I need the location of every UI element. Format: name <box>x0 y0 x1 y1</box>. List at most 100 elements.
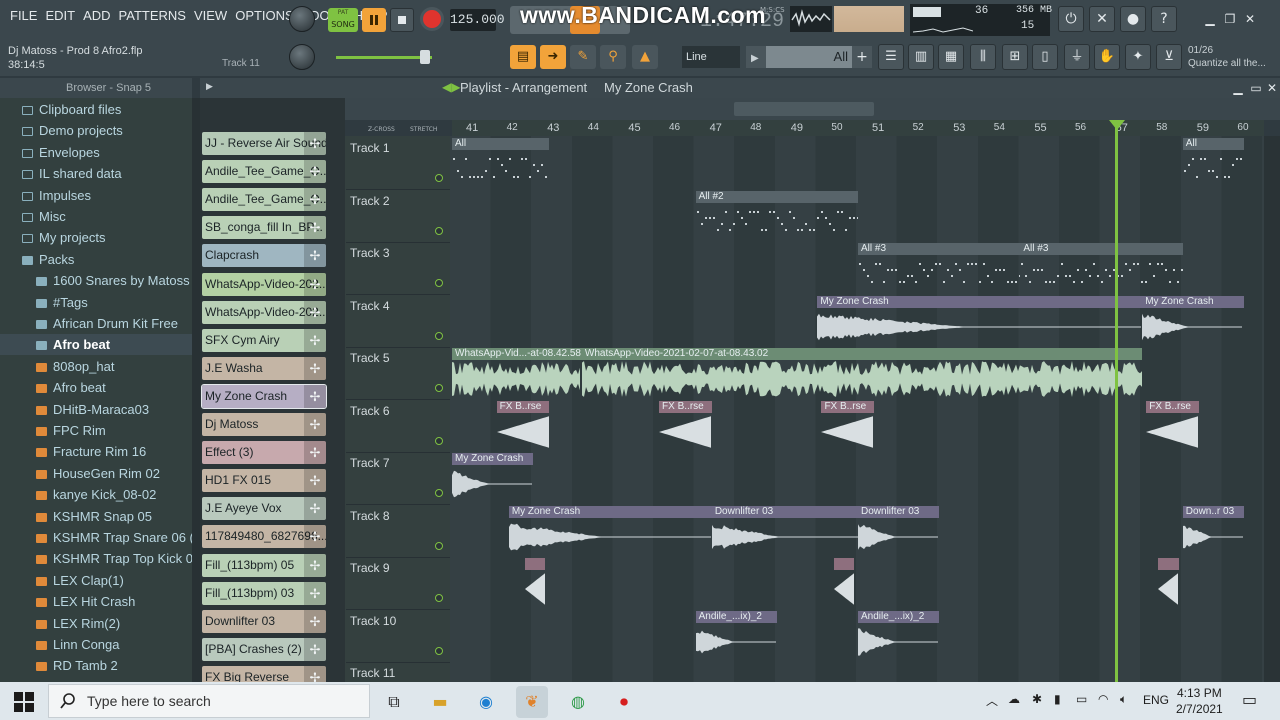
channel-button[interactable]: HD1 FX 015 ✢ <box>202 469 326 493</box>
track-mute-icon[interactable] <box>435 226 443 235</box>
playlist-clip[interactable]: FX B..rse <box>821 400 875 451</box>
playlist-clip[interactable]: FX B..rse <box>496 400 550 451</box>
tools-button[interactable]: ✕ <box>1089 6 1115 32</box>
browser-item[interactable]: Demo projects <box>0 120 192 141</box>
browser-item[interactable]: Packs <box>0 249 192 270</box>
master-volume-slider[interactable] <box>336 56 432 59</box>
playlist-clip[interactable]: My Zone Crash <box>452 453 534 503</box>
menu-view[interactable]: VIEW <box>190 8 231 23</box>
playlist-clip[interactable]: FX B..rse <box>659 400 712 451</box>
link-button[interactable]: ⚲ <box>600 45 626 69</box>
channel-button[interactable]: WhatsApp-Video-202... ✢ <box>202 300 326 324</box>
chrome-browser-icon[interactable]: ◍ <box>562 686 594 718</box>
playlist-clip[interactable]: My Zone Crash <box>817 295 1143 346</box>
browser-item[interactable]: kanye Kick_08-02 <box>0 484 192 505</box>
step-sequencer-button[interactable]: ➜ <box>540 45 566 69</box>
mic-tray-icon[interactable]: ▮ <box>1054 692 1061 706</box>
wifi-icon[interactable]: ◠ <box>1098 692 1108 706</box>
slider-handle[interactable] <box>420 50 430 64</box>
online-news-button[interactable]: ⏻ <box>1058 6 1084 32</box>
channel-button[interactable]: My Zone Crash ✢ <box>201 383 327 409</box>
song-mode-button[interactable]: PAT SONG <box>328 8 358 32</box>
channel-route-icon[interactable]: ✢ <box>304 637 326 661</box>
playlist-close-button[interactable]: ✕ <box>1262 79 1280 97</box>
channel-route-icon[interactable]: ✢ <box>304 553 326 577</box>
plugin-button[interactable]: ⏚ <box>1064 44 1090 70</box>
channel-route-icon[interactable]: ✢ <box>304 609 326 633</box>
browser-item[interactable]: African Drum Kit Free <box>0 313 192 334</box>
menu-add[interactable]: ADD <box>79 8 114 23</box>
browser-item[interactable]: My projects <box>0 227 192 248</box>
browser-item[interactable]: FPC Rim <box>0 420 192 441</box>
playlist-clip[interactable]: Downlifter 03 <box>711 505 858 556</box>
playlist-clip[interactable]: All #3 <box>858 243 1021 293</box>
track-mute-icon[interactable] <box>435 541 443 550</box>
channel-route-icon[interactable]: ✢ <box>304 132 326 155</box>
browser-item[interactable]: KSHMR Trap Snare 06 (C#) <box>0 527 192 548</box>
track-header[interactable]: Track 9 <box>346 558 450 610</box>
browser-item[interactable]: 808op_hat <box>0 356 192 377</box>
help-button[interactable]: ? <box>1151 6 1177 32</box>
playlist-clip[interactable] <box>833 558 854 608</box>
file-explorer-icon[interactable]: ▬ <box>424 686 456 718</box>
playlist-clip[interactable]: Down..r 03 <box>1182 505 1244 556</box>
channel-route-icon[interactable]: ✢ <box>304 160 326 184</box>
draw-tool-button[interactable]: ✎ <box>570 45 596 69</box>
browser-item[interactable]: KSHMR Trap Top Kick 03 <box>0 548 192 569</box>
browser-item[interactable]: Envelopes <box>0 142 192 163</box>
playlist-clip[interactable]: All #2 <box>695 190 858 241</box>
track-header[interactable]: Track 10 <box>346 611 450 663</box>
track-header[interactable]: Track 1 <box>346 138 450 190</box>
battery-icon[interactable]: ▭ <box>1076 692 1087 706</box>
browser-item[interactable]: LEX Clap(1) <box>0 570 192 591</box>
playlist-clip[interactable]: All #3 <box>1020 243 1183 293</box>
notifications-icon[interactable]: ▭ <box>1242 690 1257 709</box>
playlist-clip[interactable]: All <box>1182 138 1244 188</box>
track-header[interactable]: Track 2 <box>346 191 450 243</box>
playlist-clip[interactable]: WhatsApp-Video-2021-02-07-at-08.43.02 <box>581 348 1143 398</box>
wizard-button[interactable]: ✦ <box>1125 44 1151 70</box>
track-mute-icon[interactable] <box>435 174 443 182</box>
track-mute-icon[interactable] <box>435 646 443 655</box>
browser-item[interactable]: Misc <box>0 206 192 227</box>
playlist-button[interactable]: ▤ <box>510 45 536 69</box>
channel-button[interactable]: Andile_Tee_Game_O... ✢ <box>202 160 326 184</box>
browser-item[interactable]: IL shared data <box>0 163 192 184</box>
restore-button[interactable]: ❐ <box>1220 10 1240 28</box>
track-header[interactable]: Track 7 <box>346 453 450 505</box>
channel-button[interactable]: Effect (3) ✢ <box>202 441 326 465</box>
pattern-prev-button[interactable]: ▶ <box>746 46 766 68</box>
playlist-clip[interactable]: My Zone Crash <box>1142 295 1244 346</box>
playlist-clip[interactable]: Downlifter 03 <box>858 505 940 556</box>
playlist-menu-arrow-icon[interactable]: ▶ <box>206 82 216 94</box>
channel-route-icon[interactable]: ✢ <box>304 272 326 296</box>
channel-route-icon[interactable]: ✢ <box>304 497 326 521</box>
stop-button[interactable] <box>390 8 414 32</box>
windows-start-icon[interactable] <box>14 692 34 712</box>
snap-select[interactable]: Line <box>682 46 740 68</box>
track-mute-icon[interactable] <box>435 436 443 445</box>
track-header[interactable]: Track 4 <box>346 296 450 348</box>
track-mute-icon[interactable] <box>435 279 443 287</box>
playlist-clip[interactable]: Andile_...ix)_2 <box>858 610 940 661</box>
channel-button[interactable]: Fill_(113bpm) 05 ✢ <box>202 553 326 577</box>
channel-button[interactable]: Downlifter 03 ✢ <box>202 609 326 633</box>
playhead-marker-icon[interactable] <box>1109 120 1125 130</box>
playlist-clip[interactable]: All <box>452 138 550 188</box>
playlist-horizontal-scroll[interactable] <box>734 102 874 116</box>
playlist-clip[interactable]: Andile_...ix)_2 <box>695 610 777 661</box>
browser-item[interactable]: Linn Conga <box>0 634 192 655</box>
channel-route-icon[interactable]: ✢ <box>304 356 326 380</box>
track-mute-icon[interactable] <box>435 384 443 392</box>
playlist-clip[interactable]: My Zone Crash <box>508 505 712 556</box>
playlist-vertical-scrollbar[interactable] <box>1264 136 1280 682</box>
browser-item[interactable]: Clipboard files <box>0 99 192 120</box>
track-header[interactable]: Track 8 <box>346 506 450 558</box>
browser-item[interactable]: Afro beat <box>0 334 192 356</box>
menu-file[interactable]: FILE <box>6 8 41 23</box>
browser-item[interactable]: HouseGen Rim 02 <box>0 463 192 484</box>
channel-route-icon[interactable]: ✢ <box>304 244 326 268</box>
play-pause-button[interactable] <box>362 8 386 32</box>
channel-button[interactable]: 117849480_6827696... ✢ <box>202 525 326 549</box>
pattern-select[interactable]: All <box>766 46 852 68</box>
